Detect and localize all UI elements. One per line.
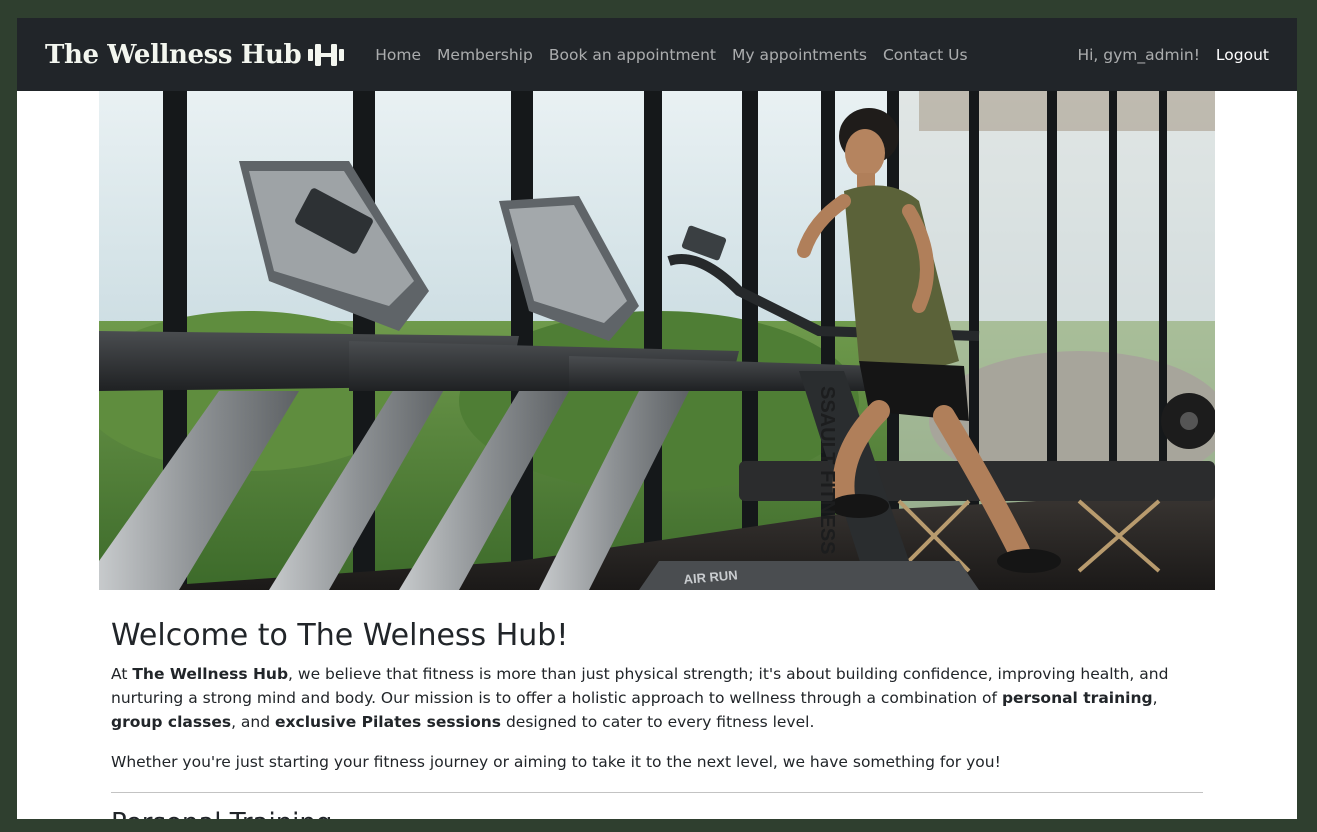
page-title: Welcome to The Welness Hub! bbox=[111, 618, 569, 653]
second-paragraph: Whether you're just starting your fitnes… bbox=[111, 753, 1001, 771]
nav-link-membership[interactable]: Membership bbox=[437, 46, 533, 64]
browser-viewport: The Wellness Hub Home Membership Book an… bbox=[17, 18, 1297, 819]
nav-links: Home Membership Book an appointment My a… bbox=[375, 46, 967, 64]
nav-link-my-appointments[interactable]: My appointments bbox=[732, 46, 867, 64]
dumbbell-icon bbox=[307, 42, 345, 68]
treadmill-gym-photo: SSAULT FITNESS AIR RUN bbox=[99, 91, 1215, 590]
section-divider bbox=[111, 792, 1203, 793]
navbar: The Wellness Hub Home Membership Book an… bbox=[17, 18, 1297, 91]
brand-link[interactable]: The Wellness Hub bbox=[45, 40, 345, 70]
hero-image: SSAULT FITNESS AIR RUN bbox=[99, 91, 1215, 590]
nav-link-contact-us[interactable]: Contact Us bbox=[883, 46, 968, 64]
user-greeting: Hi, gym_admin! bbox=[1077, 45, 1200, 64]
brand-name: The Wellness Hub bbox=[45, 39, 302, 70]
section-heading-personal-training: Personal Training bbox=[111, 807, 1203, 819]
intro-paragraph: At The Wellness Hub, we believe that fit… bbox=[111, 665, 1169, 731]
nav-link-home[interactable]: Home bbox=[375, 46, 421, 64]
user-area: Hi, gym_admin! Logout bbox=[1077, 46, 1269, 64]
nav-link-book-appointment[interactable]: Book an appointment bbox=[549, 46, 716, 64]
main-content: Welcome to The Welness Hub! At The Welln… bbox=[111, 618, 1203, 819]
logout-link[interactable]: Logout bbox=[1216, 46, 1269, 64]
treadmill-brand-text: SSAULT FITNESS bbox=[816, 386, 838, 555]
